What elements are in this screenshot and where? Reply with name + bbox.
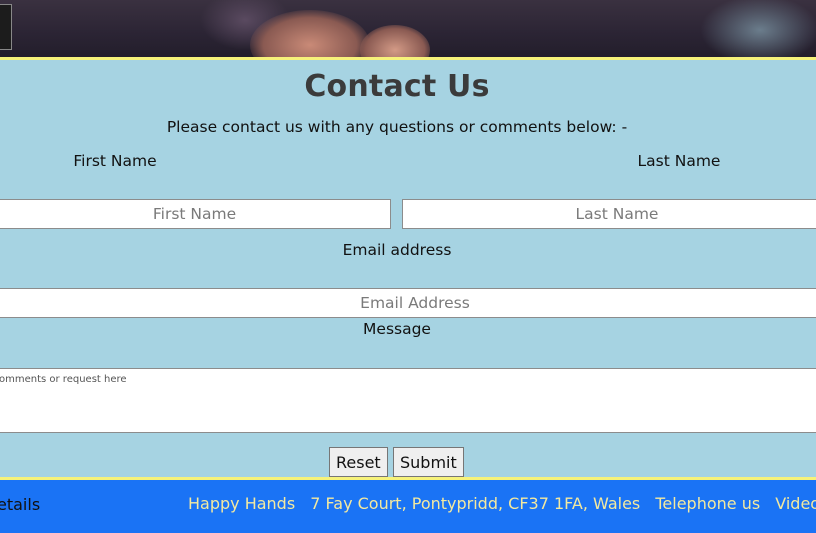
footer-link-address[interactable]: 7 Fay Court, Pontypridd, CF37 1FA, Wales [310,494,640,513]
email-input[interactable] [0,288,816,318]
footer-link-company[interactable]: Happy Hands [188,494,295,513]
footer-links: Happy Hands 7 Fay Court, Pontypridd, CF3… [188,494,816,513]
email-label: Email address [342,241,452,259]
first-name-label: First Name [73,152,157,170]
footer: etails Happy Hands 7 Fay Court, Pontypri… [0,480,816,533]
page-title: Contact Us [304,69,490,104]
hero-hand-right [360,25,430,57]
intro-text: Please contact us with any questions or … [166,118,628,136]
submit-button[interactable]: Submit [393,447,464,477]
last-name-input[interactable] [402,199,816,229]
first-name-input[interactable] [0,199,391,229]
footer-link-video[interactable]: Video Co [775,494,816,513]
hero-border [0,57,816,60]
hero-image [0,0,816,57]
reset-button[interactable]: Reset [329,447,388,477]
message-textarea[interactable] [0,368,816,433]
hero-background-light [700,0,816,57]
message-label: Message [363,320,431,338]
last-name-label: Last Name [637,152,721,170]
hero-side-tab[interactable] [0,4,12,50]
footer-details-link[interactable]: etails [0,495,40,514]
footer-link-telephone[interactable]: Telephone us [655,494,760,513]
